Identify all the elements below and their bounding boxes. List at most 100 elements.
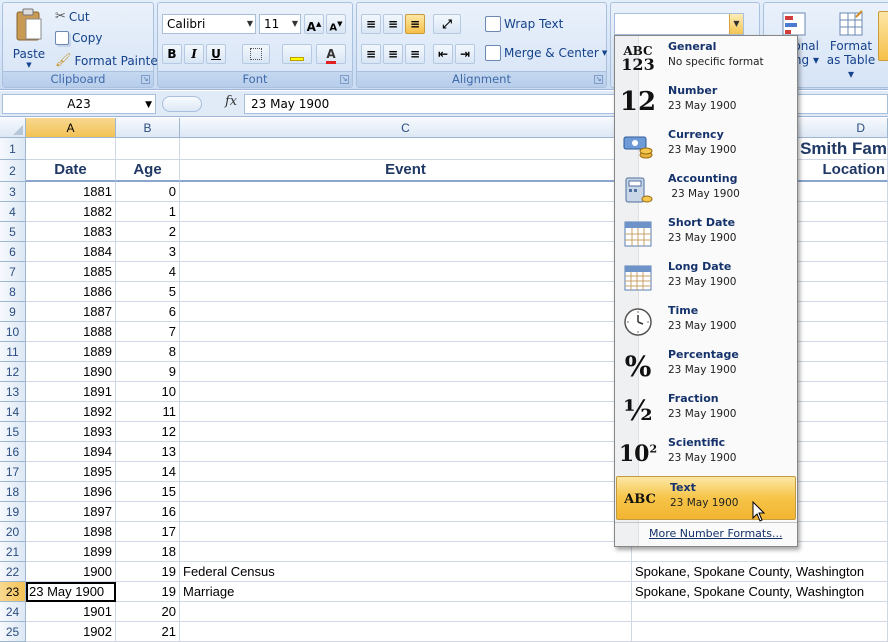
age-cell[interactable]: 4 xyxy=(116,262,180,282)
event-cell[interactable] xyxy=(180,202,632,222)
row-header[interactable]: 15 xyxy=(0,422,26,442)
clipboard-launcher-icon[interactable]: ↘ xyxy=(141,75,150,84)
row-header[interactable]: 12 xyxy=(0,362,26,382)
event-cell[interactable] xyxy=(180,322,632,342)
underline-button[interactable]: U xyxy=(206,44,226,64)
borders-button[interactable] xyxy=(242,44,270,64)
align-left-button[interactable]: ≡ xyxy=(361,44,381,64)
event-cell[interactable] xyxy=(180,222,632,242)
event-cell[interactable] xyxy=(180,422,632,442)
age-cell[interactable]: 21 xyxy=(116,622,180,642)
number-format-select[interactable]: ▼ xyxy=(614,13,744,35)
date-cell[interactable]: 1888 xyxy=(26,322,116,342)
cut-button[interactable]: ✂ Cut xyxy=(55,9,90,24)
date-cell[interactable]: 1897 xyxy=(26,502,116,522)
date-cell[interactable]: 1885 xyxy=(26,262,116,282)
age-cell[interactable]: 18 xyxy=(116,542,180,562)
align-middle-button[interactable]: ≡ xyxy=(383,14,403,34)
age-cell[interactable]: 7 xyxy=(116,322,180,342)
date-cell[interactable]: 23 May 1900 xyxy=(26,582,116,602)
date-cell[interactable]: 1896 xyxy=(26,482,116,502)
align-right-button[interactable]: ≡ xyxy=(405,44,425,64)
align-bottom-button[interactable]: ≡ xyxy=(405,14,425,34)
row-header[interactable]: 20 xyxy=(0,522,26,542)
grow-font-button[interactable]: A▲ xyxy=(304,14,324,34)
align-top-button[interactable]: ≡ xyxy=(361,14,381,34)
copy-button[interactable]: Copy xyxy=(55,31,102,45)
row-header[interactable]: 25 xyxy=(0,622,26,642)
row-header[interactable]: 1 xyxy=(0,138,26,160)
cell-c1[interactable] xyxy=(180,138,632,160)
event-cell[interactable]: Federal Census xyxy=(180,562,632,582)
chevron-down-icon[interactable]: ▼ xyxy=(145,96,152,114)
row-header[interactable]: 8 xyxy=(0,282,26,302)
row-header[interactable]: 23 xyxy=(0,582,26,602)
formula-bar-splitter[interactable] xyxy=(162,96,202,112)
date-cell[interactable]: 1895 xyxy=(26,462,116,482)
row-header[interactable]: 13 xyxy=(0,382,26,402)
age-cell[interactable]: 17 xyxy=(116,522,180,542)
more-number-formats-item[interactable]: More Number Formats... xyxy=(615,524,797,546)
location-cell[interactable] xyxy=(632,622,888,642)
chevron-down-icon[interactable]: ▼ xyxy=(729,14,743,34)
row-header[interactable]: 4 xyxy=(0,202,26,222)
number-format-item-long-date[interactable]: Long Date 23 May 1900 xyxy=(615,256,797,300)
font-color-button[interactable]: A xyxy=(316,44,346,64)
number-format-item-number[interactable]: 12 Number 23 May 1900 xyxy=(615,80,797,124)
event-cell[interactable] xyxy=(180,382,632,402)
age-cell[interactable]: 12 xyxy=(116,422,180,442)
row-header[interactable]: 9 xyxy=(0,302,26,322)
format-painter-button[interactable]: 🖌 Format Painter xyxy=(55,53,163,68)
event-cell[interactable] xyxy=(180,542,632,562)
number-format-item-currency[interactable]: Currency 23 May 1900 xyxy=(615,124,797,168)
merge-center-button[interactable]: Merge & Center ▼ xyxy=(485,45,607,61)
age-cell[interactable]: 20 xyxy=(116,602,180,622)
date-cell[interactable]: 1892 xyxy=(26,402,116,422)
cell-b1[interactable] xyxy=(116,138,180,160)
column-header-c[interactable]: C xyxy=(180,118,632,138)
event-column-header[interactable]: Event xyxy=(180,160,632,182)
date-cell[interactable]: 1899 xyxy=(26,542,116,562)
age-cell[interactable]: 2 xyxy=(116,222,180,242)
age-cell[interactable]: 6 xyxy=(116,302,180,322)
age-cell[interactable]: 10 xyxy=(116,382,180,402)
row-header[interactable]: 18 xyxy=(0,482,26,502)
row-header[interactable]: 5 xyxy=(0,222,26,242)
age-cell[interactable]: 0 xyxy=(116,182,180,202)
age-cell[interactable]: 5 xyxy=(116,282,180,302)
row-header[interactable]: 7 xyxy=(0,262,26,282)
age-cell[interactable]: 1 xyxy=(116,202,180,222)
age-cell[interactable]: 16 xyxy=(116,502,180,522)
row-header[interactable]: 19 xyxy=(0,502,26,522)
font-name-select[interactable]: Calibri ▼ xyxy=(162,14,256,34)
date-cell[interactable]: 1898 xyxy=(26,522,116,542)
italic-button[interactable]: I xyxy=(184,44,204,64)
insert-function-button[interactable]: fx xyxy=(225,94,237,109)
date-cell[interactable]: 1886 xyxy=(26,282,116,302)
cell-styles-button[interactable] xyxy=(878,11,888,61)
age-cell[interactable]: 3 xyxy=(116,242,180,262)
event-cell[interactable] xyxy=(180,302,632,322)
row-header[interactable]: 11 xyxy=(0,342,26,362)
orientation-button[interactable]: ⤢ xyxy=(433,14,461,34)
location-cell[interactable] xyxy=(632,602,888,622)
event-cell[interactable] xyxy=(180,522,632,542)
date-cell[interactable]: 1887 xyxy=(26,302,116,322)
date-cell[interactable]: 1884 xyxy=(26,242,116,262)
event-cell[interactable] xyxy=(180,282,632,302)
age-cell[interactable]: 8 xyxy=(116,342,180,362)
row-header[interactable]: 10 xyxy=(0,322,26,342)
age-cell[interactable]: 15 xyxy=(116,482,180,502)
number-format-item-percentage[interactable]: % Percentage 23 May 1900 xyxy=(615,344,797,388)
date-cell[interactable]: 1902 xyxy=(26,622,116,642)
number-format-item-scientific[interactable]: 102 Scientific 23 May 1900 xyxy=(615,432,797,476)
date-cell[interactable]: 1900 xyxy=(26,562,116,582)
format-as-table-button[interactable]: Format as Table ▾ xyxy=(824,7,878,81)
date-cell[interactable]: 1894 xyxy=(26,442,116,462)
event-cell[interactable] xyxy=(180,402,632,422)
row-header[interactable]: 6 xyxy=(0,242,26,262)
number-format-item-short-date[interactable]: Short Date 23 May 1900 xyxy=(615,212,797,256)
number-format-item-time[interactable]: Time 23 May 1900 xyxy=(615,300,797,344)
font-size-select[interactable]: 11 ▼ xyxy=(259,14,301,34)
row-header[interactable]: 14 xyxy=(0,402,26,422)
